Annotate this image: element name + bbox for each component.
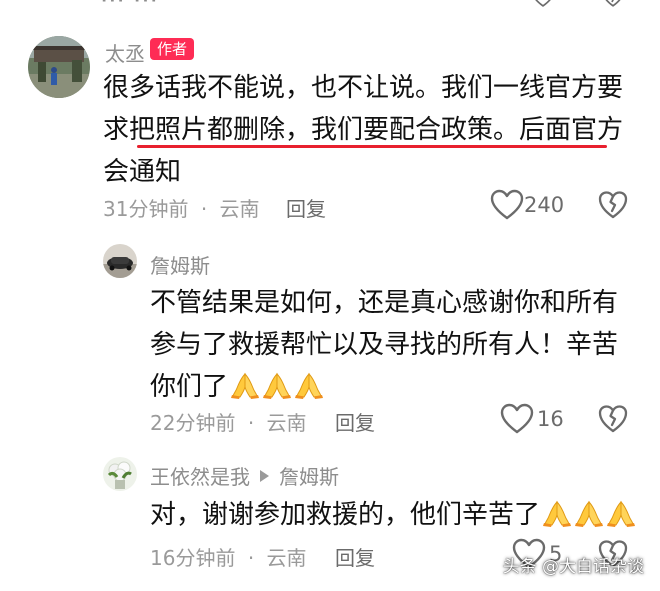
folded-hands-emoji <box>542 497 572 527</box>
comment-text: 很多话我不能说，也不让说。我们一线官方要求把照片都删除，我们要配合政策。后面官方… <box>103 73 624 187</box>
folded-hands-emoji <box>294 369 324 399</box>
meta-separator: · <box>247 411 255 435</box>
like-count: 240 <box>524 193 565 217</box>
comment-text: 对，谢谢参加救援的，他们辛苦了 <box>150 494 640 536</box>
comment-text-content: 不管结果是如何，还是真心感谢你和所有参与了救援帮忙以及寻找的所有人！辛苦你们了 <box>150 288 619 402</box>
comment-time: 31分钟前 <box>103 197 189 221</box>
broken-heart-icon[interactable] <box>598 190 628 220</box>
highlight-underline <box>137 145 607 148</box>
like-count: 16 <box>537 407 564 431</box>
comment-time: 16分钟前 <box>150 546 236 570</box>
comment-meta: 22分钟前 · 云南 <box>150 407 307 436</box>
heart-outline-icon[interactable] <box>490 189 524 221</box>
broken-heart-icon[interactable] <box>598 0 628 8</box>
avatar[interactable] <box>103 244 137 278</box>
meta-separator: · <box>200 197 208 221</box>
previous-comment-meta-cut: ··· ··· <box>100 0 158 16</box>
comment-meta: 31分钟前 · 云南 <box>103 193 260 222</box>
folded-hands-emoji <box>262 369 292 399</box>
play-arrow-icon <box>260 470 269 482</box>
author-badge: 作者 <box>150 38 195 60</box>
meta-separator: · <box>247 546 255 570</box>
folded-hands-emoji <box>230 369 260 399</box>
heart-outline-icon[interactable] <box>528 0 558 8</box>
reply-button[interactable]: 回复 <box>335 407 375 436</box>
reply-button[interactable]: 回复 <box>286 193 326 222</box>
avatar[interactable] <box>28 36 90 98</box>
comment-text: 不管结果是如何，还是真心感谢你和所有参与了救援帮忙以及寻找的所有人！辛苦你们了 <box>150 282 630 408</box>
reply-to-username[interactable]: 詹姆斯 <box>279 465 339 489</box>
avatar[interactable] <box>103 457 137 491</box>
comment-location: 云南 <box>219 197 260 221</box>
comment-location: 云南 <box>266 546 307 570</box>
comment-text-content: 对，谢谢参加救援的，他们辛苦了 <box>150 500 541 530</box>
broken-heart-icon[interactable] <box>598 404 628 434</box>
reply-button[interactable]: 回复 <box>335 542 375 571</box>
comment-meta: 16分钟前 · 云南 <box>150 542 307 571</box>
watermark: 头条 @大白话杂谈 <box>502 557 644 577</box>
comment-username[interactable]: 太丞 <box>105 38 145 67</box>
folded-hands-emoji <box>606 497 636 527</box>
heart-outline-icon[interactable] <box>500 403 534 435</box>
comment-time: 22分钟前 <box>150 411 236 435</box>
folded-hands-emoji <box>574 497 604 527</box>
comment-username[interactable]: 詹姆斯 <box>150 250 210 279</box>
comment-location: 云南 <box>266 411 307 435</box>
comment-username[interactable]: 王依然是我 <box>150 465 250 489</box>
reply-header: 王依然是我 詹姆斯 <box>150 461 339 490</box>
